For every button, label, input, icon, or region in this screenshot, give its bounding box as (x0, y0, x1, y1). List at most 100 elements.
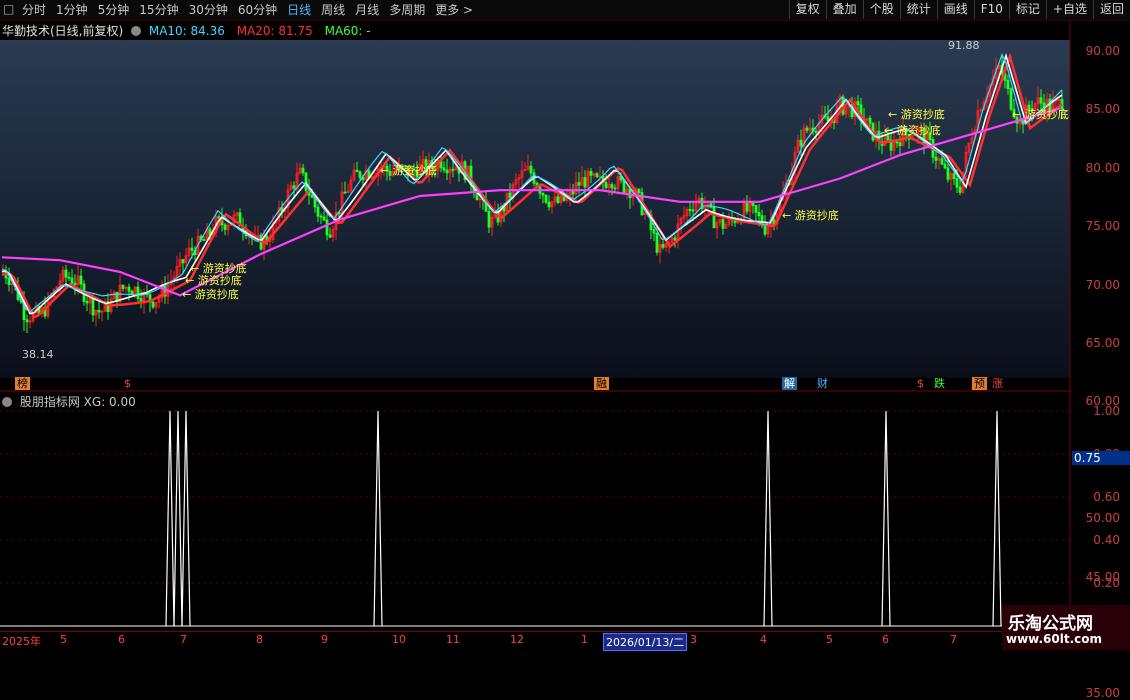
candle-body (544, 194, 548, 203)
date-tick: 9 (321, 633, 328, 646)
period-tab[interactable]: 15分钟 (139, 2, 178, 18)
candle-body (439, 160, 443, 169)
candle-body (775, 213, 779, 225)
menu-toggle-icon[interactable]: □ (3, 2, 15, 16)
candle-body (223, 224, 227, 230)
settings-circle-icon[interactable] (131, 26, 142, 36)
candle-body (370, 176, 374, 179)
candle-body (175, 265, 179, 278)
candle-body (298, 167, 302, 174)
ma-line (1, 52, 1063, 319)
candle-body (517, 177, 521, 181)
candle-body (763, 225, 767, 235)
signal-spike (763, 410, 773, 627)
candle-body (91, 297, 95, 316)
candle-body (184, 255, 188, 264)
candle-body (730, 217, 734, 221)
candle-body (970, 137, 974, 144)
period-tab[interactable]: 更多 > (435, 2, 473, 18)
period-tab[interactable]: 日线 (287, 2, 311, 18)
event-badge[interactable]: 跌 (932, 377, 947, 390)
event-badge[interactable]: $ (122, 377, 133, 390)
event-badge[interactable]: 解 (782, 377, 797, 390)
candle-body (100, 310, 104, 313)
candle-body (361, 177, 365, 181)
candle-body (448, 168, 452, 174)
signal-label: ← 游资抄底 (380, 164, 437, 177)
event-badge[interactable]: 融 (594, 377, 609, 390)
toolbar-button[interactable]: 标记 (1008, 0, 1046, 19)
candle-body (535, 182, 539, 188)
candle-body (526, 165, 530, 170)
candle-body (1054, 99, 1058, 102)
candle-body (151, 301, 155, 308)
candle-body (571, 191, 575, 195)
candle-body (40, 306, 44, 314)
candle-body (82, 283, 86, 302)
kline-chart[interactable] (0, 0, 1130, 650)
event-badge[interactable]: $ (915, 377, 926, 390)
candle-body (331, 229, 335, 238)
period-tab[interactable]: 多周期 (389, 2, 425, 18)
signal-label: ← 游资抄底 (884, 124, 941, 137)
top-toolbar: □ 分时 1分钟 5分钟 15分钟 30分钟 60分钟 日线 周线 月线 多周期 更多 > 复权 叠加… (0, 0, 1130, 21)
candle-body (550, 201, 554, 208)
candle-body (43, 306, 47, 317)
period-tab[interactable]: 60分钟 (238, 2, 277, 18)
candle-body (766, 226, 770, 235)
event-badge[interactable]: 预 (972, 377, 987, 390)
candle-body (10, 283, 14, 286)
candle-body (454, 167, 458, 171)
candle-body (109, 298, 113, 313)
period-tab[interactable]: 30分钟 (189, 2, 228, 18)
candle-body (127, 286, 131, 292)
toolbar-button[interactable]: 画线 (936, 0, 974, 19)
candle-body (961, 171, 965, 193)
candle-body (352, 169, 356, 181)
event-badge[interactable]: 财 (815, 377, 830, 390)
indicator-axis: 1.000.800.600.400.20 (1072, 0, 1130, 630)
candle-body (367, 170, 371, 179)
candle-body (838, 96, 842, 107)
candle-body (451, 168, 455, 171)
candle-body (553, 196, 557, 203)
candle-body (148, 294, 152, 303)
toolbar-button[interactable]: 叠加 (825, 0, 863, 19)
period-tab[interactable]: 5分钟 (98, 2, 130, 18)
period-tab[interactable]: 周线 (321, 2, 345, 18)
toolbar-button[interactable]: 复权 (788, 0, 826, 19)
candle-body (493, 211, 497, 218)
candle-body (283, 207, 287, 212)
candle-body (979, 109, 983, 112)
candle-body (1018, 120, 1022, 124)
sub-settings-icon[interactable] (2, 397, 12, 407)
candle-body (274, 220, 278, 224)
candle-body (940, 158, 944, 165)
event-badge[interactable]: 涨 (990, 377, 1005, 390)
candle-body (649, 214, 653, 231)
toolbar-button[interactable]: 个股 (862, 0, 900, 19)
date-tick: 10 (392, 633, 406, 646)
toolbar-button[interactable]: F10 (973, 0, 1009, 19)
period-tab[interactable]: 月线 (355, 2, 379, 18)
candle-body (487, 210, 491, 228)
candle-body (1003, 73, 1007, 81)
period-tab[interactable]: 1分钟 (56, 2, 88, 18)
candle-body (964, 151, 968, 173)
candle-body (232, 214, 236, 224)
low-price-label: 38.14 (22, 348, 54, 361)
candle-body (235, 212, 239, 216)
toolbar-button[interactable]: 统计 (899, 0, 937, 19)
candle-body (625, 188, 629, 193)
event-badge[interactable]: 榜 (15, 377, 30, 390)
candle-body (1039, 97, 1043, 104)
candle-body (31, 312, 35, 322)
signal-spike (992, 410, 1002, 627)
date-tick: 12 (510, 633, 524, 646)
candle-body (1036, 97, 1040, 105)
period-tab[interactable]: 分时 (22, 2, 46, 18)
candle-body (1006, 79, 1010, 89)
candle-body (1, 270, 5, 273)
candle-body (622, 179, 626, 193)
signal-label: ← 游资抄底 (182, 288, 239, 301)
